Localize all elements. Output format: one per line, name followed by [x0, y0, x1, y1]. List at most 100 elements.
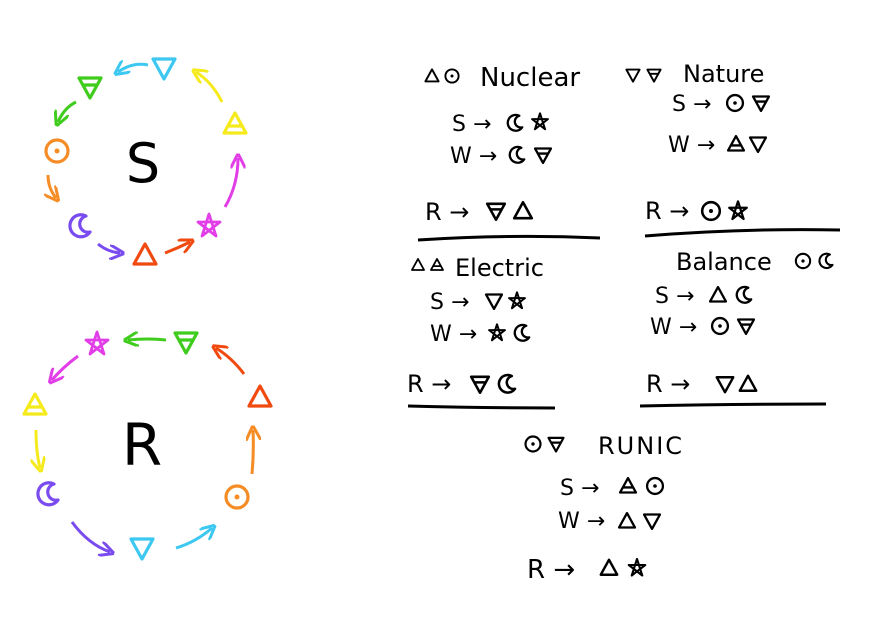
- fire-icon: [424, 68, 440, 83]
- moon-icon: [508, 145, 526, 164]
- arrow-icon: [223, 158, 238, 208]
- nuclear-w-label: W →: [450, 144, 497, 169]
- runic-r-label: R →: [527, 555, 575, 585]
- pentagram-icon: [531, 112, 549, 131]
- runic-s-label: S →: [560, 476, 599, 501]
- arrow-icon: [52, 354, 79, 380]
- air-icon: [222, 111, 248, 135]
- balance-s-label: S →: [655, 284, 694, 309]
- arrow-icon: [196, 72, 224, 103]
- earth-icon: [485, 202, 507, 222]
- moon-icon: [497, 373, 517, 394]
- sun-icon: [794, 252, 812, 270]
- nature-s-label: S →: [672, 92, 711, 117]
- r-wheel-label: R: [122, 411, 162, 479]
- water-icon: [151, 57, 177, 81]
- moon-icon: [513, 323, 531, 342]
- divider-line: [417, 234, 601, 242]
- sun-icon: [524, 435, 542, 453]
- earth-icon: [469, 375, 491, 395]
- moon-icon: [68, 213, 92, 239]
- pentagram-icon: [728, 200, 748, 221]
- r-wheel: R: [22, 330, 273, 561]
- electric-r-label: R →: [407, 370, 451, 398]
- water-icon: [129, 537, 155, 561]
- earth-icon: [547, 436, 565, 453]
- nature-block: Nature S → W → R →: [625, 60, 841, 238]
- water-icon: [715, 376, 735, 394]
- runic-block: RUNIC S → W → R →: [524, 432, 684, 585]
- arrow-icon: [36, 429, 40, 468]
- sun-icon: [224, 484, 250, 510]
- nature-w-label: W →: [668, 133, 715, 158]
- pentagram-icon: [84, 330, 110, 356]
- moon-icon: [506, 113, 524, 132]
- nuclear-title: Nuclear: [480, 63, 580, 93]
- divider-line: [407, 404, 556, 410]
- divider-line: [644, 228, 841, 238]
- sun-icon: [444, 68, 460, 84]
- air-icon: [618, 476, 638, 494]
- earth-icon: [646, 68, 662, 83]
- fire-icon: [617, 511, 637, 529]
- nuclear-block: Nuclear S → W → R →: [417, 63, 601, 242]
- pentagram-icon: [196, 212, 222, 238]
- fire-icon: [512, 200, 534, 220]
- nuclear-s-label: S →: [452, 112, 491, 137]
- electric-block: Electric S → W → R →: [407, 254, 556, 410]
- nature-r-label: R →: [645, 197, 689, 225]
- water-icon: [484, 293, 504, 311]
- air-icon: [430, 258, 444, 271]
- sun-icon: [725, 93, 745, 113]
- fire-icon: [599, 558, 619, 576]
- divider-line: [639, 402, 827, 408]
- pentagram-icon: [488, 323, 506, 342]
- s-wheel: S: [44, 57, 248, 266]
- element-combination-sheet: S R Nuclear S → W → R → Nature S → W → R…: [22, 57, 841, 585]
- earth-icon: [77, 76, 103, 100]
- runic-title: RUNIC: [598, 432, 684, 460]
- arrow-icon: [128, 339, 167, 340]
- sun-icon: [710, 316, 730, 336]
- arrow-icon: [70, 521, 110, 552]
- air-icon: [22, 392, 48, 416]
- arrow-icon: [48, 174, 56, 198]
- s-wheel-label: S: [126, 132, 160, 195]
- air-icon: [726, 134, 746, 152]
- earth-icon: [533, 147, 553, 165]
- arrow-icon: [118, 64, 149, 72]
- earth-icon: [751, 95, 771, 113]
- earth-icon: [173, 331, 199, 355]
- arrow-icon: [175, 528, 212, 550]
- fire-icon: [132, 242, 158, 266]
- balance-block: Balance S → W → R →: [639, 248, 834, 408]
- moon-icon: [36, 481, 60, 507]
- electric-s-label: S →: [430, 290, 469, 315]
- arrow-icon: [216, 348, 246, 375]
- nature-title: Nature: [683, 60, 764, 88]
- arrow-icon: [58, 100, 77, 122]
- sun-icon: [700, 200, 722, 222]
- balance-r-label: R →: [646, 370, 690, 398]
- earth-icon: [736, 318, 756, 336]
- runic-w-label: W →: [558, 509, 605, 534]
- fire-icon: [247, 384, 273, 408]
- arrow-icon: [97, 242, 120, 253]
- arrow-icon: [164, 242, 190, 255]
- pentagram-icon: [627, 557, 647, 577]
- arrow-icon: [252, 430, 253, 475]
- balance-title: Balance: [676, 248, 772, 276]
- water-icon: [625, 68, 641, 83]
- moon-icon: [818, 252, 834, 270]
- electric-title: Electric: [455, 254, 544, 282]
- fire-icon: [411, 258, 425, 271]
- fire-icon: [708, 285, 728, 303]
- electric-w-label: W →: [430, 322, 477, 347]
- moon-icon: [735, 285, 753, 304]
- sun-icon: [645, 476, 665, 496]
- nuclear-r-label: R →: [425, 198, 469, 226]
- fire-icon: [738, 374, 758, 392]
- water-icon: [642, 513, 662, 531]
- balance-w-label: W →: [650, 315, 697, 340]
- sun-icon: [44, 138, 70, 164]
